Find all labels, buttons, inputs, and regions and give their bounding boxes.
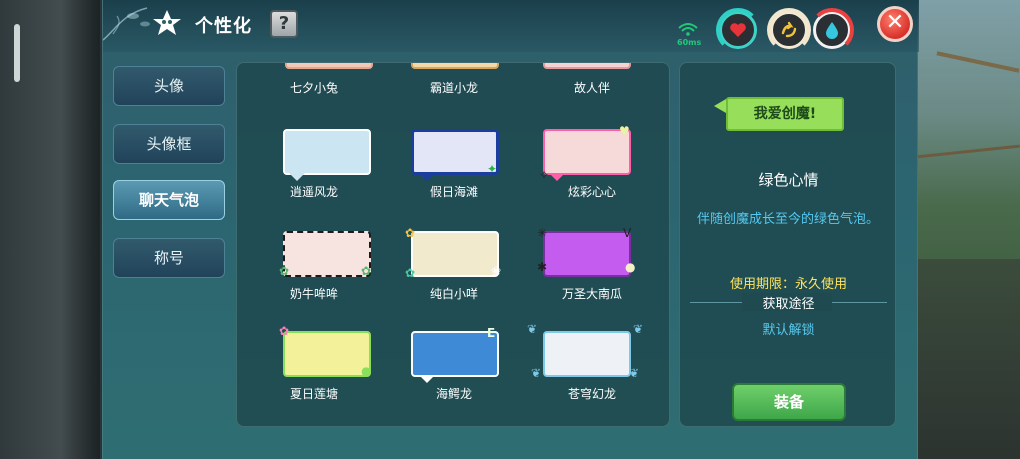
flower-icon: ✿ [405, 266, 416, 280]
bubble-tail [289, 173, 305, 181]
bubble-preview [543, 331, 631, 377]
item-name: 绿色心情 [758, 171, 819, 189]
bubble-item[interactable]: ♥ ✧ 炫彩心心 [527, 125, 657, 221]
tab-title[interactable]: 称号 [113, 238, 225, 278]
crocodile-icon: E [487, 326, 496, 340]
bubble-preview [283, 231, 371, 277]
water-gauge [810, 8, 854, 52]
scroll-indicator [14, 24, 20, 82]
bubble-tail [549, 173, 565, 181]
lily-pad-icon: ● [361, 364, 372, 378]
bat-icon: ᐯ [623, 226, 632, 240]
bubble-preview [411, 331, 499, 377]
bubble-label: 七夕小兔 [289, 81, 338, 95]
grass-icon: ✿ [361, 264, 372, 278]
bubble-item[interactable]: ❦ ❦ ❦ ❦ 苍穹幻龙 [527, 323, 657, 423]
bubble-preview [283, 129, 371, 175]
preview-bubble-tail [714, 99, 726, 113]
bubble-preview [411, 129, 499, 175]
bubble-preview [543, 63, 631, 69]
heart-deco-icon: ♥ [619, 124, 630, 138]
bubble-item[interactable]: 故人伴 [527, 63, 657, 117]
wifi-icon [678, 23, 698, 36]
bubble-label: 霸道小龙 [429, 81, 478, 95]
bubble-preview [543, 231, 631, 277]
bubble-label: 奶牛哞哞 [289, 287, 338, 301]
panel-header: 个性化 ? 60ms ✕ [103, 0, 919, 52]
wing-icon: ❦ [633, 322, 644, 336]
stamina-icon [781, 21, 797, 38]
water-drop-icon [826, 22, 838, 39]
health-gauge [716, 8, 760, 52]
bubble-label: 故人伴 [573, 81, 610, 95]
bubble-item[interactable]: ✿ ✿ ❀ 纯白小咩 [389, 227, 519, 323]
game-world-left [0, 0, 102, 459]
bubble-label: 海鳄龙 [435, 387, 472, 401]
heart-icon [730, 23, 746, 37]
world-path [916, 144, 1020, 159]
lotus-icon: ✿ [279, 324, 290, 338]
bubble-preview [411, 231, 499, 277]
sparkle-icon: ✧ [539, 168, 550, 182]
bubble-item[interactable]: E 海鳄龙 [389, 327, 519, 423]
bubble-label: 苍穹幻龙 [567, 387, 616, 401]
bubble-preview [543, 129, 631, 175]
personalization-panel: 个性化 ? 60ms ✕ 头像 头像框 聊天气泡 称号 七夕小兔 霸道小龙 故人… [102, 0, 919, 459]
bubble-item[interactable]: 霸道小龙 [389, 63, 519, 117]
stamina-gauge [767, 8, 811, 52]
tab-avatar[interactable]: 头像 [113, 66, 225, 106]
bubble-label: 炫彩心心 [567, 185, 616, 199]
wing-icon: ❦ [527, 322, 538, 336]
ghost-icon: ● [625, 260, 636, 274]
close-button[interactable]: ✕ [877, 6, 913, 42]
spider-web-icon: ✳ [537, 226, 548, 240]
game-world-right [916, 0, 1020, 459]
bubble-label: 纯白小咩 [429, 287, 478, 301]
star-logo-icon [153, 10, 181, 35]
bubble-tail [419, 173, 435, 181]
bubble-preview [411, 63, 499, 69]
network-signal: 60ms [677, 20, 707, 48]
ping-label: 60ms [677, 38, 702, 47]
equip-button[interactable]: 装备 [732, 383, 846, 421]
bubble-label: 假日海滩 [429, 185, 478, 199]
grass-icon: ✿ [279, 264, 290, 278]
page-title: 个性化 [195, 16, 252, 37]
help-button[interactable]: ? [270, 10, 298, 38]
bubble-detail-panel: 我爱创魔! 绿色心情 伴随创魔成长至今的绿色气泡。 使用期限：永久使用 获取途径… [679, 62, 896, 427]
wing-icon: ❦ [531, 366, 542, 380]
bubble-item[interactable]: ✿ ✿ 奶牛哞哞 [249, 227, 379, 323]
bubble-item[interactable]: ✳ ᐯ ✱ ● 万圣大南瓜 [527, 227, 657, 323]
bubble-preview [283, 331, 371, 377]
bubble-item[interactable]: ✦ 假日海滩 [389, 125, 519, 221]
bubble-label: 夏日莲塘 [289, 387, 338, 401]
item-description: 伴随创魔成长至今的绿色气泡。 [696, 212, 879, 227]
world-path [936, 51, 1020, 73]
sheep-icon: ❀ [491, 264, 502, 278]
item-period: 使用期限：永久使用 [729, 277, 847, 292]
bubble-label: 万圣大南瓜 [561, 287, 622, 301]
preview-bubble: 我爱创魔! [726, 97, 844, 131]
bubble-item[interactable]: 七夕小兔 [249, 63, 379, 117]
wing-icon: ❦ [629, 366, 640, 380]
world-ground [916, 259, 1020, 459]
tab-avatar-frame[interactable]: 头像框 [113, 124, 225, 164]
tab-chat-bubble[interactable]: 聊天气泡 [113, 180, 225, 220]
spider-icon: ✱ [537, 260, 548, 274]
flower-icon: ✿ [405, 226, 416, 240]
source-value: 默认解锁 [762, 323, 815, 338]
bubble-grid: 七夕小兔 霸道小龙 故人伴 逍遥风龙 ✦ 假日海滩 ♥ ✧ 炫彩心心 ✿ ✿ 奶… [236, 62, 670, 427]
bubble-item[interactable]: ✿ ● 夏日莲塘 [249, 324, 379, 423]
pinwheel-icon: ✦ [487, 162, 498, 176]
bubble-tail [419, 375, 435, 383]
bubble-preview [285, 63, 373, 69]
bubble-item[interactable]: 逍遥风龙 [249, 125, 379, 221]
bubble-label: 逍遥风龙 [289, 185, 338, 199]
source-label: 获取途径 [762, 297, 815, 312]
world-shadow [60, 0, 100, 459]
